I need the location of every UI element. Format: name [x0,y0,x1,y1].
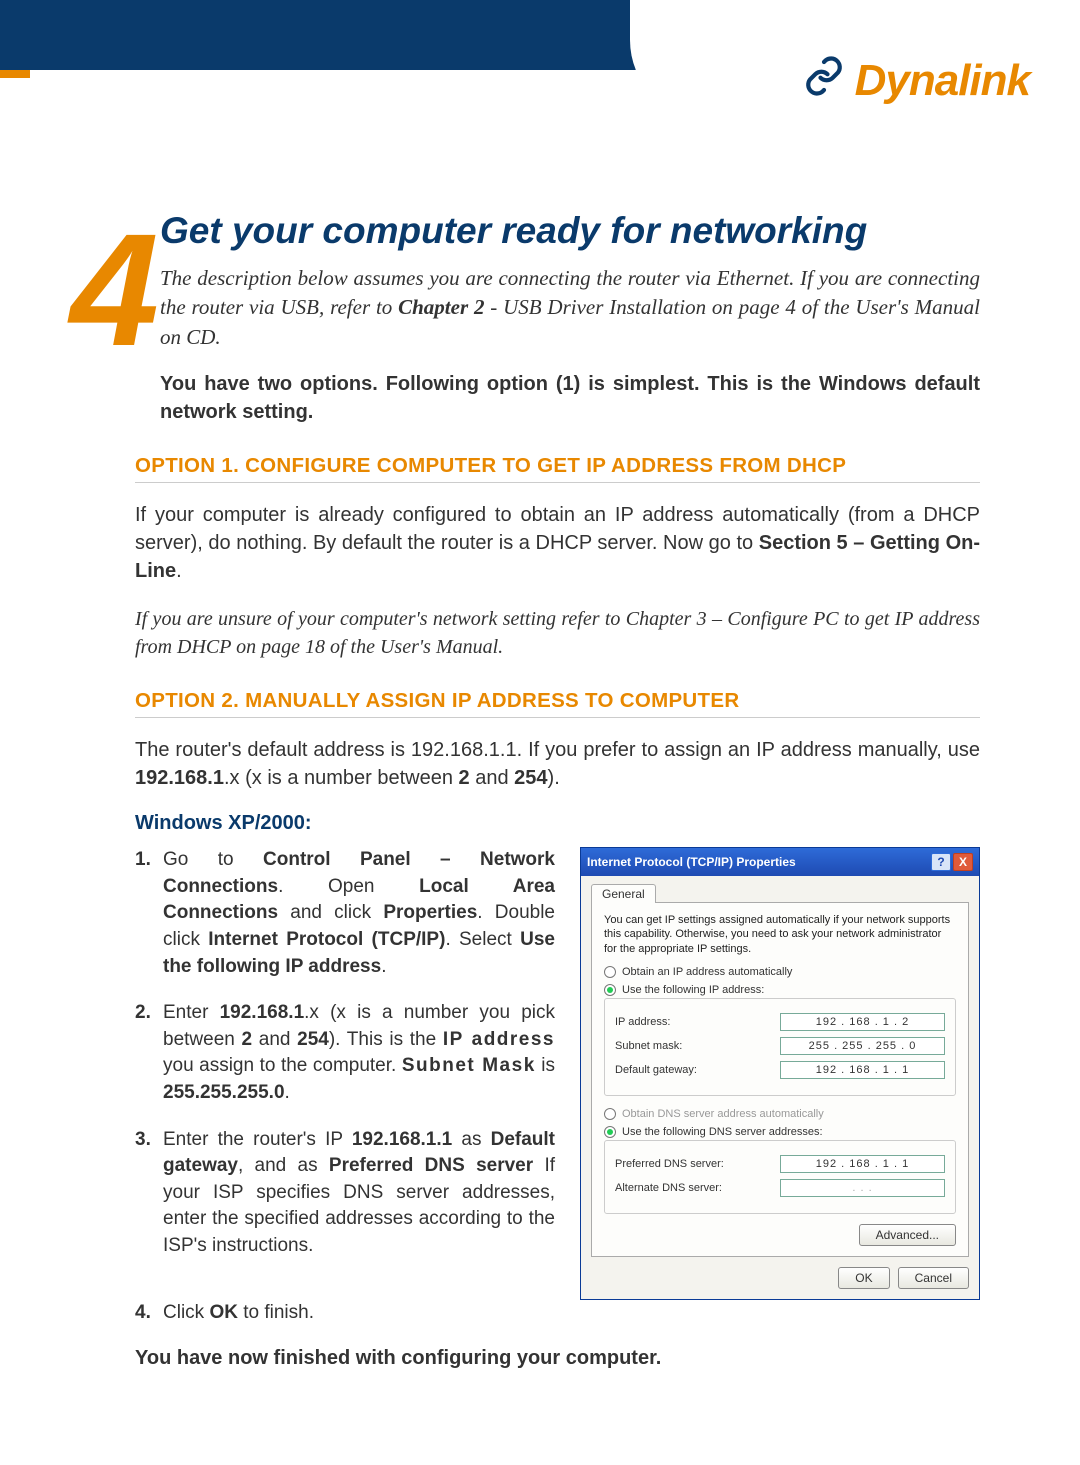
radio-icon [604,966,616,978]
tcpip-dialog: Internet Protocol (TCP/IP) Properties ? … [580,847,980,1300]
option1-heading: OPTION 1. CONFIGURE COMPUTER TO GET IP A… [135,454,980,483]
option2-paragraph: The router's default address is 192.168.… [135,736,980,792]
brand-name: Dynalink [855,56,1030,106]
section-number: 4 [70,210,159,370]
default-gateway-field[interactable]: 192 . 168 . 1 . 1 [780,1061,945,1079]
closing-statement: You have now finished with configuring y… [135,1347,980,1370]
close-icon[interactable]: X [953,853,973,871]
alt-dns-label: Alternate DNS server: [615,1182,722,1194]
link-icon [803,55,845,107]
dns-group: Preferred DNS server: 192 . 168 . 1 . 1 … [604,1140,956,1214]
tab-general[interactable]: General [591,884,656,903]
dialog-description: You can get IP settings assigned automat… [604,913,956,956]
brand-logo: Dynalink [803,55,1030,107]
alternate-dns-field[interactable]: . . . [780,1179,945,1197]
subnet-label: Subnet mask: [615,1040,682,1052]
ok-button[interactable]: OK [838,1267,889,1289]
radio-auto-dns: Obtain DNS server address automatically [604,1108,956,1120]
step-2: Enter 192.168.1.x (x is a number you pic… [135,1000,555,1106]
dialog-title: Internet Protocol (TCP/IP) Properties [587,855,796,869]
step-1: Go to Control Panel – Network Connection… [135,847,555,980]
steps-list: Go to Control Panel – Network Connection… [135,847,555,1259]
dialog-titlebar: Internet Protocol (TCP/IP) Properties ? … [581,848,979,876]
option2-heading: OPTION 2. MANUALLY ASSIGN IP ADDRESS TO … [135,689,980,718]
advanced-button[interactable]: Advanced... [859,1224,956,1246]
radio-use-dns[interactable]: Use the following DNS server addresses: [604,1126,956,1138]
radio-icon [604,984,616,996]
intro-paragraph: The description below assumes you are co… [160,264,980,352]
subnet-mask-field[interactable]: 255 . 255 . 255 . 0 [780,1037,945,1055]
step-4: Click OK to finish. [135,1300,980,1327]
radio-auto-ip[interactable]: Obtain an IP address automatically [604,966,956,978]
page-title: Get your computer ready for networking [160,210,980,252]
radio-icon [604,1126,616,1138]
step-3: Enter the router's IP 192.168.1.1 as Def… [135,1127,555,1260]
windows-subheading: Windows XP/2000: [135,812,980,835]
option1-paragraph: If your computer is already configured t… [135,501,980,585]
gateway-label: Default gateway: [615,1064,697,1076]
help-icon[interactable]: ? [931,853,951,871]
preferred-dns-field[interactable]: 192 . 168 . 1 . 1 [780,1155,945,1173]
options-note: You have two options. Following option (… [160,370,980,426]
option1-note: If you are unsure of your computer's net… [135,605,980,661]
pref-dns-label: Preferred DNS server: [615,1158,724,1170]
cancel-button[interactable]: Cancel [898,1267,969,1289]
radio-use-ip[interactable]: Use the following IP address: [604,984,956,996]
radio-icon [604,1108,616,1120]
ip-label: IP address: [615,1016,670,1028]
ip-address-field[interactable]: 192 . 168 . 1 . 2 [780,1013,945,1031]
ip-group: IP address: 192 . 168 . 1 . 2 Subnet mas… [604,998,956,1096]
